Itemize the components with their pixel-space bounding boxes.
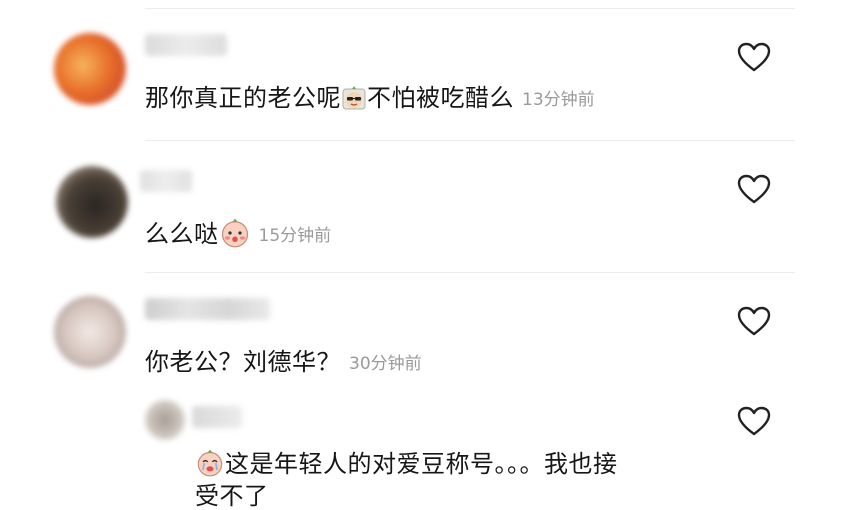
comment-item-3: 你老公？刘德华？ 30分钟前 bbox=[0, 272, 850, 392]
heart-outline-icon[interactable] bbox=[737, 42, 771, 72]
comment-text: 你老公？刘德华？ 30分钟前 bbox=[145, 348, 422, 378]
reply-text-line-1: 这是年轻人的对爱豆称号。。。我也接 bbox=[195, 449, 618, 478]
heart-outline-icon[interactable] bbox=[737, 306, 771, 336]
reply-text: 这是年轻人的对爱豆称号。。。我也接 bbox=[225, 450, 618, 478]
comment-text-part: 那你真正的老公呢 bbox=[145, 84, 341, 112]
username-blurred[interactable] bbox=[145, 298, 270, 320]
avatar[interactable] bbox=[56, 166, 128, 238]
crying-face-emoji bbox=[197, 449, 223, 477]
comment-item-1: 那你真正的老公呢 不怕被吃醋么 13分钟前 bbox=[0, 0, 850, 140]
reply-item: 这是年轻人的对爱豆称号。。。我也接 受不了 bbox=[0, 392, 850, 510]
comment-time: 13分钟前 bbox=[522, 90, 595, 110]
username-blurred[interactable] bbox=[140, 170, 192, 192]
comment-text-part: 么么哒 bbox=[145, 220, 219, 248]
comment-text: 么么哒 15分钟前 bbox=[145, 218, 331, 250]
avatar[interactable] bbox=[145, 400, 185, 440]
heart-outline-icon[interactable] bbox=[737, 174, 771, 204]
comment-text: 那你真正的老公呢 不怕被吃醋么 13分钟前 bbox=[145, 84, 595, 114]
heart-outline-icon[interactable] bbox=[737, 406, 771, 436]
sunglasses-face-emoji bbox=[342, 86, 366, 110]
comment-time: 30分钟前 bbox=[349, 354, 422, 374]
blushing-face-emoji bbox=[221, 218, 248, 248]
comment-time: 15分钟前 bbox=[258, 226, 332, 246]
username-blurred[interactable] bbox=[192, 406, 242, 428]
comment-text-part: 不怕被吃醋么 bbox=[367, 84, 514, 112]
comment-item-2: 么么哒 15分钟前 bbox=[0, 140, 850, 272]
username-blurred[interactable] bbox=[145, 34, 227, 56]
comment-text-part: 你老公？刘德华？ bbox=[145, 348, 341, 376]
avatar[interactable] bbox=[54, 33, 126, 105]
avatar[interactable] bbox=[54, 296, 126, 368]
